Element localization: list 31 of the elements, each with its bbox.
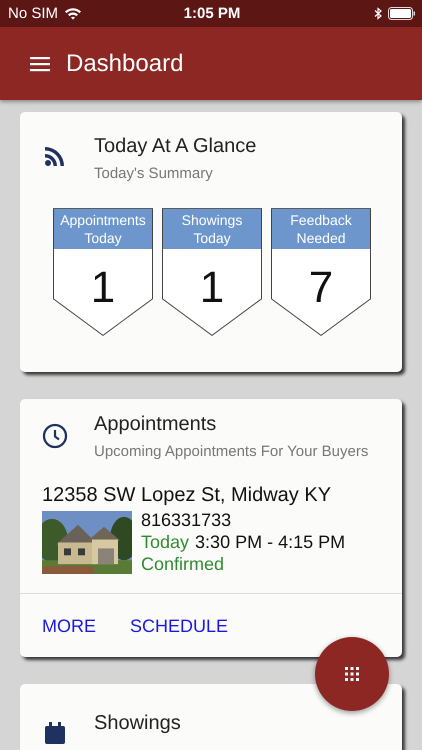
card-subtitle: Today's Summary xyxy=(94,164,214,184)
battery-icon xyxy=(388,7,416,20)
bluetooth-icon xyxy=(374,7,382,20)
appointment-status: Confirmed xyxy=(141,553,226,575)
menu-icon[interactable] xyxy=(30,56,50,72)
appointment-time: 3:30 PM - 4:15 PM xyxy=(195,531,346,553)
stat-label: Showings Today xyxy=(163,209,261,249)
stat-value: 1 xyxy=(198,263,226,313)
stat-badge[interactable]: Feedback Needed 7 xyxy=(271,208,371,336)
stat-badge[interactable]: Appointments Today 1 xyxy=(53,208,153,336)
action-link[interactable]: MORE xyxy=(40,614,98,639)
grid-icon xyxy=(345,667,359,681)
calendar-icon xyxy=(42,722,68,744)
stat-label: Appointments Today xyxy=(54,209,152,249)
card-subtitle: Upcoming Appointments For Your Buyers xyxy=(94,442,368,462)
property-address[interactable]: 12358 SW Lopez St, Midway KY xyxy=(20,462,402,507)
appointment-day: Today xyxy=(141,531,190,553)
card-title: Appointments xyxy=(94,413,218,436)
stat-badge[interactable]: Showings Today 1 xyxy=(162,208,262,336)
stat-value: 7 xyxy=(308,263,334,313)
card-title: Today At A Glance xyxy=(94,135,256,158)
stat-label: Feedback Needed xyxy=(272,209,370,249)
card-title: Showings xyxy=(94,712,181,735)
clock-icon xyxy=(42,423,68,449)
clock-time: 1:05 PM xyxy=(184,5,240,22)
carrier-label: No SIM xyxy=(8,5,58,22)
page-title: Dashboard xyxy=(66,50,184,78)
listing-number: 816331733 xyxy=(141,509,232,531)
action-link[interactable]: SCHEDULE xyxy=(128,614,230,639)
stat-value: 1 xyxy=(90,263,116,313)
wifi-icon xyxy=(64,7,82,20)
